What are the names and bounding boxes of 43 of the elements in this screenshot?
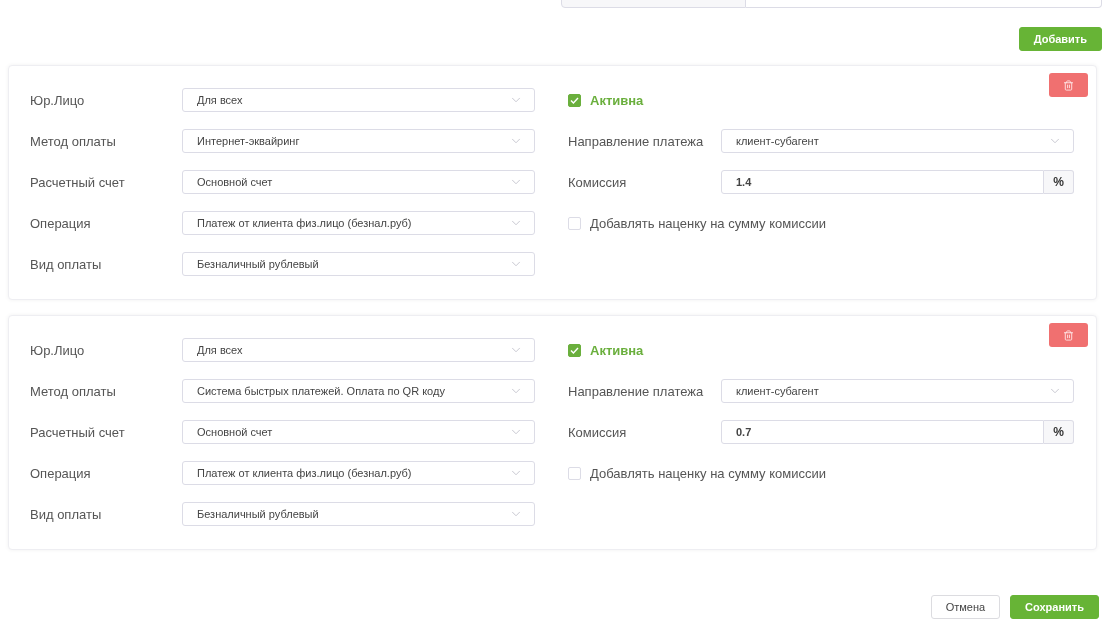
delete-button[interactable] xyxy=(1049,323,1088,347)
field-label: Вид оплаты xyxy=(30,506,103,522)
cancel-button[interactable]: Отмена xyxy=(930,595,1001,619)
select-field[interactable]: Интернет-эквайринг xyxy=(182,129,535,153)
checkbox[interactable] xyxy=(568,93,581,107)
field-label: Юр.Лицо xyxy=(30,92,86,108)
field-label: Направление платежа xyxy=(568,133,705,149)
select-field[interactable]: клиент-субагент xyxy=(721,379,1074,403)
select-field[interactable]: клиент-субагент xyxy=(721,129,1074,153)
select-field[interactable]: Безналичный рублевый xyxy=(182,502,535,526)
check-icon xyxy=(570,96,579,104)
input-field[interactable]: 0.7 xyxy=(721,420,1044,444)
field-label: Комиссия xyxy=(568,174,628,190)
checkbox-label: Добавлять наценку на сумму комиссии xyxy=(590,465,826,481)
field-label: Расчетный счет xyxy=(30,424,126,440)
select-field[interactable]: Платеж от клиента физ.лицо (безнал.руб) xyxy=(182,461,535,485)
select-field[interactable]: Платеж от клиента физ.лицо (безнал.руб) xyxy=(182,211,535,235)
checkbox-label: Активна xyxy=(590,342,644,358)
select-field[interactable]: Для всех xyxy=(182,338,535,362)
select-field[interactable]: Система быстрых платежей. Оплата по QR коду xyxy=(182,379,535,403)
select-field[interactable]: Основной счет xyxy=(182,170,535,194)
input-field[interactable]: 1.4 xyxy=(721,170,1044,194)
checkbox[interactable] xyxy=(568,343,581,357)
trash-icon xyxy=(1063,79,1074,91)
checkbox-label: Активна xyxy=(590,92,644,108)
field-label: Операция xyxy=(30,215,92,231)
unit-addon: % xyxy=(1044,420,1074,444)
select-field[interactable]: Для всех xyxy=(182,88,535,112)
field-label: Метод оплаты xyxy=(30,383,117,399)
unit-addon: % xyxy=(1044,170,1074,194)
field-label: Направление платежа xyxy=(568,383,705,399)
field-label: Юр.Лицо xyxy=(30,342,86,358)
check-icon xyxy=(570,346,579,354)
field-label: Вид оплаты xyxy=(30,256,103,272)
delete-button[interactable] xyxy=(1049,73,1088,97)
field-label: Комиссия xyxy=(568,424,628,440)
field-label: Расчетный счет xyxy=(30,174,126,190)
checkbox-label: Добавлять наценку на сумму комиссии xyxy=(590,215,826,231)
select-field[interactable]: Безналичный рублевый xyxy=(182,252,535,276)
field-label: Операция xyxy=(30,465,92,481)
select-field[interactable]: Основной счет xyxy=(182,420,535,444)
trash-icon xyxy=(1063,329,1074,341)
field-label: Метод оплаты xyxy=(30,133,117,149)
